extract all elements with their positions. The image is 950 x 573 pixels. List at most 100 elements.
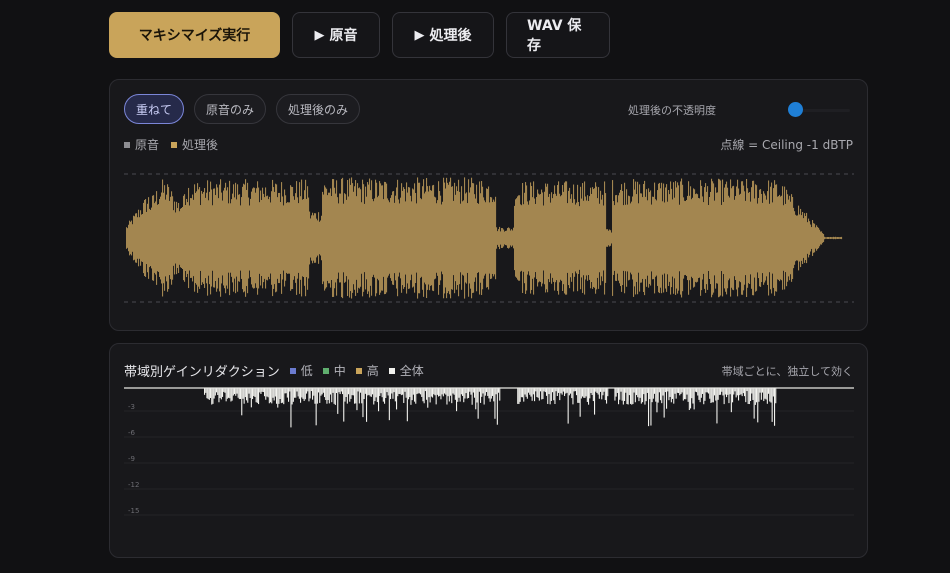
waveform-sample [239, 194, 241, 282]
waveform-sample [839, 237, 841, 239]
waveform-sample [517, 196, 519, 280]
waveform-sample [252, 188, 254, 288]
maximize-button[interactable]: マキシマイズ実行 [109, 12, 280, 58]
waveform-sample [598, 187, 600, 289]
waveform-sample [264, 197, 266, 279]
waveform-sample [737, 179, 739, 297]
gr-sample [241, 388, 243, 416]
waveform-sample [522, 182, 524, 294]
waveform-sample [619, 192, 621, 284]
waveform-sample [138, 209, 140, 267]
waveform-sample [711, 178, 713, 298]
gr-sample [288, 388, 290, 402]
play-processed-button[interactable]: ▶ 処理後 [392, 12, 494, 58]
gr-sample [375, 388, 377, 398]
gr-sample [520, 388, 522, 398]
gr-sample [432, 388, 434, 398]
gr-sample [308, 388, 310, 402]
waveform-sample [198, 189, 200, 287]
gr-sample [536, 388, 538, 398]
waveform-sample [734, 199, 736, 277]
gr-sample [284, 388, 286, 394]
waveform-sample [610, 230, 612, 246]
waveform-sample [565, 181, 567, 295]
waveform-sample [685, 201, 687, 275]
gr-sample [649, 388, 651, 400]
waveform-sample [268, 199, 270, 277]
waveform-sample [785, 203, 787, 273]
waveform-sample [561, 195, 563, 281]
waveform-sample [171, 191, 173, 285]
gr-sample [745, 388, 747, 403]
tab-processed-only[interactable]: 処理後のみ [276, 94, 361, 124]
waveform-sample [722, 179, 724, 297]
waveform-sample [311, 215, 313, 261]
gr-sample [339, 388, 341, 395]
gr-sample [739, 388, 741, 396]
save-wav-button[interactable]: WAV 保存 [506, 12, 610, 58]
waveform-sample [210, 181, 212, 295]
waveform-sample [302, 199, 304, 277]
gr-sample [463, 388, 465, 403]
gr-sample [454, 388, 456, 400]
waveform-sample [443, 177, 445, 299]
waveform-sample [742, 181, 744, 295]
gr-sample [216, 388, 218, 393]
waveform-sample [383, 199, 385, 277]
waveform-sample [325, 187, 327, 289]
waveform-sample [187, 202, 189, 274]
waveform-sample [624, 182, 626, 294]
gr-sample [232, 388, 234, 396]
gr-y-tick-label: -9 [128, 455, 135, 463]
waveform-sample [130, 221, 132, 255]
gr-sample [718, 388, 720, 395]
waveform-sample [340, 193, 342, 283]
tab-overlay[interactable]: 重ねて [124, 94, 185, 124]
waveform-sample [152, 195, 154, 281]
gr-sample [300, 388, 302, 403]
gr-bars [204, 388, 777, 428]
waveform-sample [564, 182, 566, 294]
gr-sample [373, 388, 375, 405]
waveform-sample [814, 223, 816, 253]
waveform-sample [671, 188, 673, 288]
waveform-sample [286, 203, 288, 273]
waveform-sample [403, 187, 405, 289]
gr-sample [530, 388, 532, 397]
gr-sample [302, 388, 304, 399]
waveform-sample [326, 188, 328, 288]
waveform-sample [348, 196, 350, 280]
waveform-sample [301, 179, 303, 297]
waveform-sample [246, 189, 248, 287]
tab-original-only[interactable]: 原音のみ [194, 94, 267, 124]
gr-sample [730, 388, 732, 413]
gr-sample [625, 388, 627, 393]
gr-sample [224, 388, 226, 393]
waveform-sample [330, 188, 332, 288]
waveform-sample [288, 202, 290, 274]
waveform-sample [756, 185, 758, 291]
waveform-sample [329, 192, 331, 284]
waveform-sample [370, 190, 372, 286]
waveform-sample [792, 197, 794, 279]
opacity-label: 処理後の不透明度 [628, 104, 716, 117]
play-original-button[interactable]: ▶ 原音 [292, 12, 380, 58]
waveform-sample [423, 179, 425, 297]
gr-sample [246, 388, 248, 401]
waveform-sample [308, 197, 310, 279]
waveform-sample [592, 187, 594, 289]
waveform-sample [574, 199, 576, 277]
waveform-sample [298, 203, 300, 273]
waveform-sample [743, 185, 745, 291]
gr-sample [331, 388, 333, 403]
opacity-slider-thumb[interactable] [788, 102, 803, 117]
legend-total-label: 全体 [399, 364, 424, 378]
waveform-sample [397, 179, 399, 297]
waveform-sample [321, 215, 323, 261]
gr-sample [656, 388, 658, 413]
waveform-sample [344, 193, 346, 283]
gr-sample [388, 388, 390, 421]
waveform-sample [393, 191, 395, 285]
gr-sample [571, 388, 573, 399]
waveform-sample [211, 189, 213, 287]
